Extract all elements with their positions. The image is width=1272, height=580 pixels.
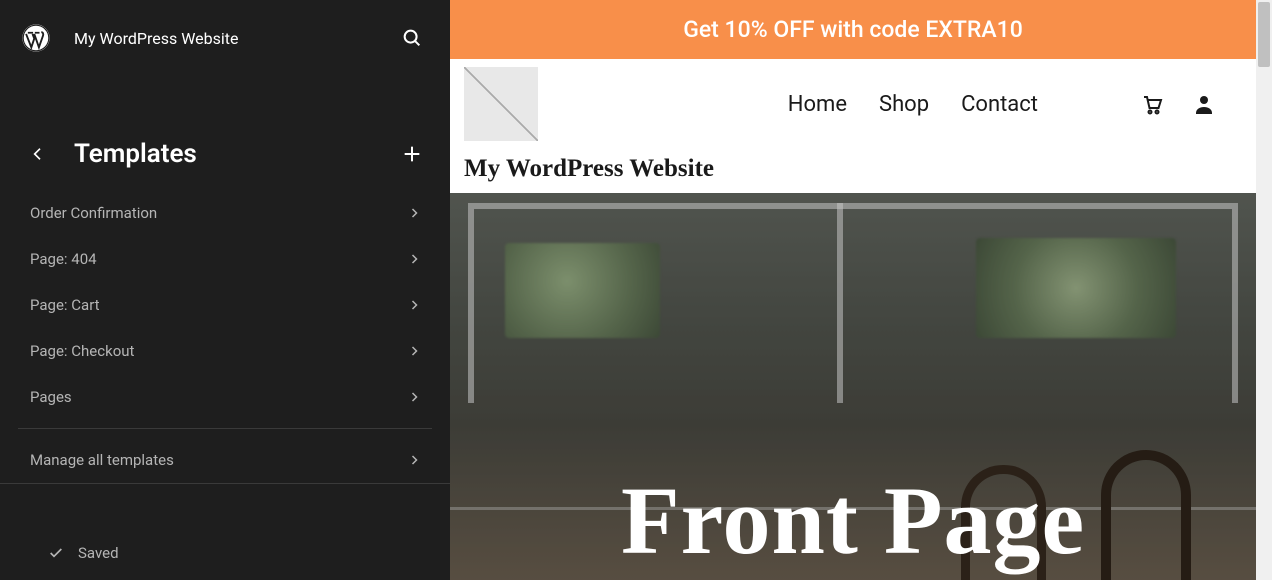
plus-icon: [401, 143, 423, 165]
template-item-label: Page: Checkout: [30, 342, 134, 360]
hero-section[interactable]: Front Page: [450, 193, 1256, 580]
back-button[interactable]: [20, 136, 56, 172]
search-button[interactable]: [394, 20, 430, 56]
section-title: Templates: [74, 139, 394, 169]
template-item-label: Page: Cart: [30, 296, 100, 314]
section-header: Templates: [0, 136, 450, 172]
search-icon: [401, 27, 423, 49]
chevron-right-icon: [408, 345, 420, 357]
scrollbar-thumb[interactable]: [1258, 2, 1270, 67]
template-list: Order Confirmation Page: 404 Page: Cart …: [0, 190, 450, 483]
topbar: My WordPress Website: [0, 0, 450, 76]
template-item-order-confirmation[interactable]: Order Confirmation: [0, 190, 450, 236]
nav-item-contact[interactable]: Contact: [961, 92, 1038, 117]
preview-site-title[interactable]: My WordPress Website: [464, 155, 1216, 183]
nav-item-home[interactable]: Home: [788, 92, 847, 117]
saved-label: Saved: [78, 544, 119, 562]
chevron-right-icon: [408, 299, 420, 311]
manage-all-label: Manage all templates: [30, 451, 174, 469]
nav-item-shop[interactable]: Shop: [879, 92, 929, 117]
promo-banner[interactable]: Get 10% OFF with code EXTRA10: [450, 0, 1256, 59]
nav-icons: [1140, 92, 1216, 116]
template-item-404[interactable]: Page: 404: [0, 236, 450, 282]
template-item-pages[interactable]: Pages: [0, 374, 450, 420]
chevron-right-icon: [408, 454, 420, 466]
site-logo-placeholder[interactable]: [464, 67, 538, 141]
template-item-cart[interactable]: Page: Cart: [0, 282, 450, 328]
primary-nav: Home Shop Contact: [538, 92, 1216, 117]
cart-icon[interactable]: [1140, 92, 1164, 116]
template-item-checkout[interactable]: Page: Checkout: [0, 328, 450, 374]
preview-scrollbar[interactable]: [1256, 0, 1272, 580]
editor-sidebar: My WordPress Website Templates Order Con…: [0, 0, 450, 580]
add-template-button[interactable]: [394, 136, 430, 172]
check-icon: [48, 545, 64, 561]
divider: [18, 428, 432, 429]
divider: [0, 483, 450, 484]
wordpress-logo-icon[interactable]: [20, 22, 52, 54]
template-item-label: Pages: [30, 388, 72, 406]
site-header: Home Shop Contact: [450, 59, 1256, 193]
header-row: Home Shop Contact: [464, 67, 1216, 141]
preview-canvas[interactable]: Get 10% OFF with code EXTRA10 Home Shop …: [450, 0, 1272, 580]
chevron-right-icon: [408, 207, 420, 219]
site-name[interactable]: My WordPress Website: [74, 29, 394, 48]
account-icon[interactable]: [1192, 92, 1216, 116]
manage-all-templates[interactable]: Manage all templates: [0, 437, 450, 483]
template-item-label: Page: 404: [30, 250, 97, 268]
hero-title[interactable]: Front Page: [621, 465, 1085, 576]
template-item-label: Order Confirmation: [30, 204, 157, 222]
chevron-left-icon: [30, 146, 46, 162]
chevron-right-icon: [408, 391, 420, 403]
chevron-right-icon: [408, 253, 420, 265]
saved-status: Saved: [0, 526, 450, 580]
